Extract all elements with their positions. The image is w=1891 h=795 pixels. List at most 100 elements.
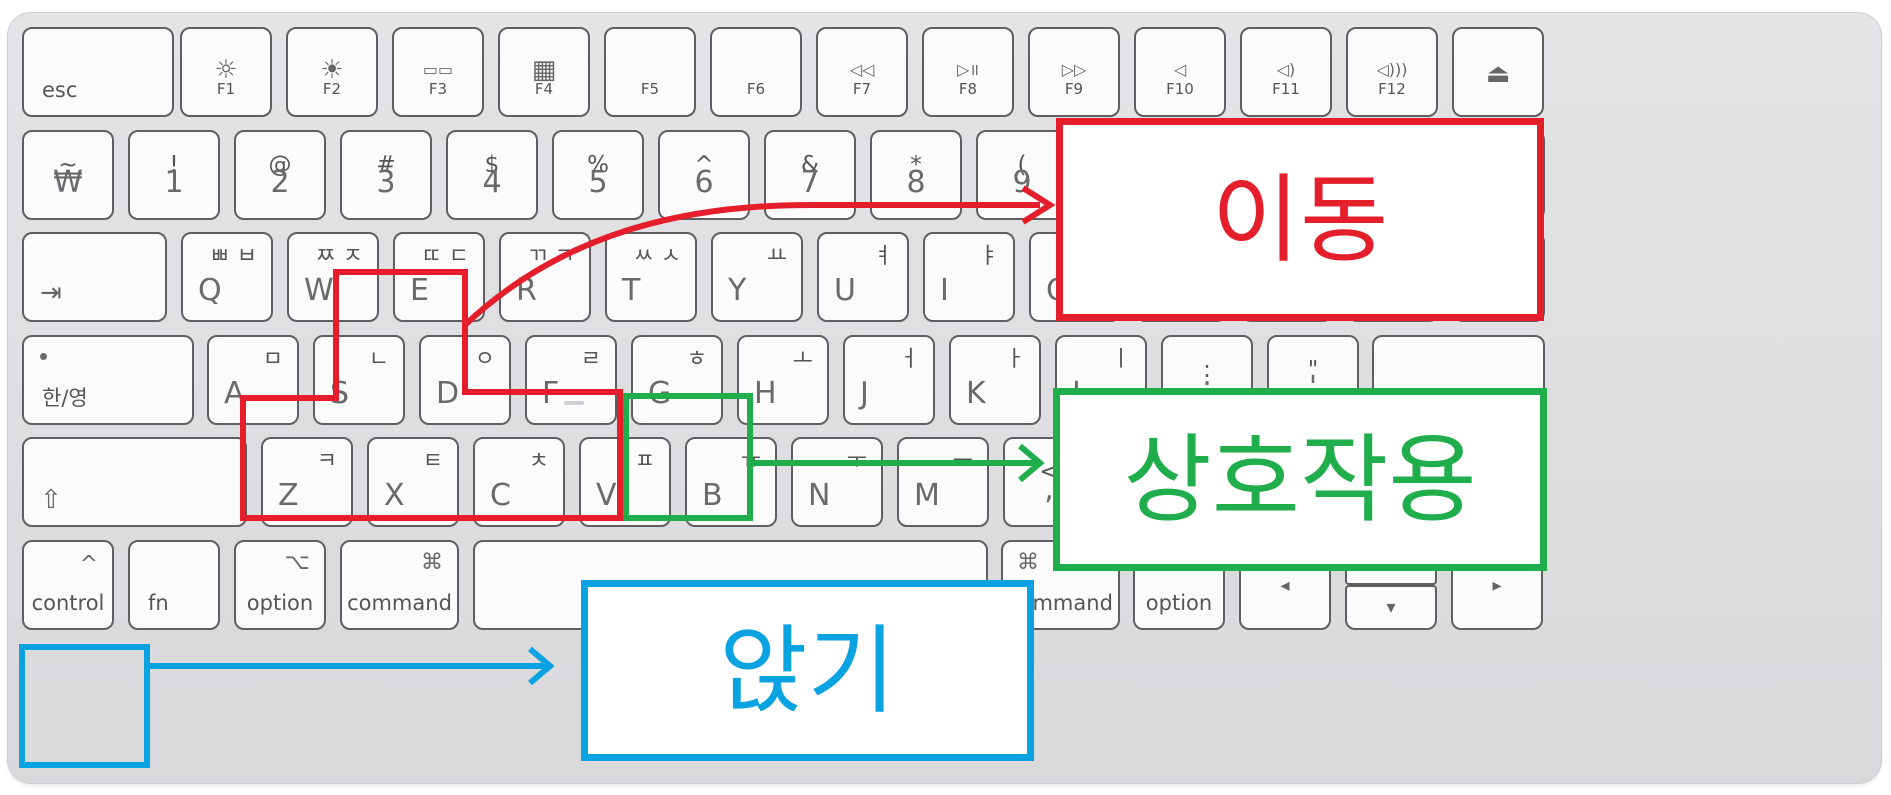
key-7[interactable]: & 7 bbox=[764, 130, 856, 220]
play-pause-icon: ▷॥ bbox=[957, 60, 979, 79]
key-fn[interactable]: fn bbox=[128, 540, 220, 630]
key-f11[interactable]: ◁) F11 bbox=[1240, 27, 1332, 117]
key-2[interactable]: @ 2 bbox=[234, 130, 326, 220]
key-hangul: ㅓ bbox=[898, 347, 919, 372]
key-control[interactable]: ^ control bbox=[22, 540, 114, 630]
key-label: U bbox=[834, 273, 856, 308]
key-esc[interactable]: esc bbox=[22, 27, 174, 117]
key-hangul: ㄸ ㄷ bbox=[421, 244, 469, 269]
key-f1[interactable]: ☼ F1 bbox=[180, 27, 272, 117]
key-n[interactable]: ㅜ N bbox=[791, 437, 883, 527]
interact-label: 상호작용 bbox=[1123, 423, 1477, 536]
key-label: option bbox=[1145, 591, 1213, 615]
key-label: Q bbox=[198, 273, 222, 308]
key-hangul: ㅎ bbox=[686, 347, 707, 372]
key-3[interactable]: # 3 bbox=[340, 130, 432, 220]
key-t[interactable]: ㅆ ㅅ T bbox=[605, 232, 697, 322]
key-hangul: ㅋ bbox=[316, 449, 337, 474]
key-hangul: ㅌ bbox=[422, 449, 443, 474]
key-label: F10 bbox=[1166, 80, 1194, 98]
key-9[interactable]: ( 9 bbox=[976, 130, 1068, 220]
sit-label: 앉기 bbox=[719, 614, 896, 727]
key-label: F11 bbox=[1272, 80, 1300, 98]
key-label: K bbox=[966, 376, 986, 411]
eject-icon: ⏏ bbox=[1485, 59, 1511, 89]
key-hangul: ㅡ bbox=[952, 449, 973, 474]
key-f4[interactable]: ▦ F4 bbox=[498, 27, 590, 117]
key-label: F3 bbox=[428, 80, 448, 98]
key-z[interactable]: ㅋ Z bbox=[261, 437, 353, 527]
key-label: 9 bbox=[1012, 165, 1032, 200]
key-a[interactable]: ㅁ A bbox=[207, 335, 299, 425]
key-x[interactable]: ㅌ X bbox=[367, 437, 459, 527]
key-label: F4 bbox=[534, 80, 554, 98]
key-6[interactable]: ^ 6 bbox=[658, 130, 750, 220]
key-u[interactable]: ㅕ U bbox=[817, 232, 909, 322]
key-f7[interactable]: ◁◁ F7 bbox=[816, 27, 908, 117]
key-backtick[interactable]: ~ ₩ bbox=[22, 130, 114, 220]
key-f10[interactable]: ◁ F10 bbox=[1134, 27, 1226, 117]
key-eject[interactable]: ⏏ bbox=[1452, 27, 1544, 117]
arrow-down-icon: ▾ bbox=[1386, 597, 1396, 618]
key-label: R bbox=[516, 273, 537, 308]
control-icon: ^ bbox=[79, 552, 98, 577]
key-f5[interactable]: F5 bbox=[604, 27, 696, 117]
key-hangul: ㅗ bbox=[792, 347, 813, 372]
command-icon: ⌘ bbox=[1017, 550, 1039, 575]
key-k[interactable]: ㅏ K bbox=[949, 335, 1041, 425]
key-g[interactable]: ㅎ G bbox=[631, 335, 723, 425]
key-shift-left[interactable]: ⇧ bbox=[22, 437, 247, 527]
key-j[interactable]: ㅓ J bbox=[843, 335, 935, 425]
key-hangul: ㅉ ㅈ bbox=[315, 244, 363, 269]
key-arrow-down[interactable]: ▾ bbox=[1345, 585, 1437, 630]
key-hangul: ㄲ ㄱ bbox=[527, 244, 575, 269]
key-s[interactable]: ㄴ S bbox=[313, 335, 405, 425]
fast-forward-icon: ▷▷ bbox=[1061, 60, 1087, 79]
key-f9[interactable]: ▷▷ F9 bbox=[1028, 27, 1120, 117]
key-label: Y bbox=[728, 273, 747, 308]
key-e[interactable]: ㄸ ㄷ E bbox=[393, 232, 485, 322]
key-hangul: ㅣ bbox=[1110, 347, 1131, 372]
key-y[interactable]: ㅛ Y bbox=[711, 232, 803, 322]
key-label: F2 bbox=[322, 80, 342, 98]
key-i[interactable]: ㅑ I bbox=[923, 232, 1015, 322]
key-4[interactable]: $ 4 bbox=[446, 130, 538, 220]
key-f2[interactable]: ☀ F2 bbox=[286, 27, 378, 117]
key-hangul: ㅇ bbox=[474, 347, 495, 372]
key-f8[interactable]: ▷॥ F8 bbox=[922, 27, 1014, 117]
key-c[interactable]: ㅊ C bbox=[473, 437, 565, 527]
arrow-right-icon: ▸ bbox=[1492, 575, 1502, 596]
key-option-left[interactable]: ⌥ option bbox=[234, 540, 326, 630]
key-f[interactable]: ㄹ F bbox=[525, 335, 617, 425]
key-q[interactable]: ㅃ ㅂ Q bbox=[181, 232, 273, 322]
key-h[interactable]: ㅗ H bbox=[737, 335, 829, 425]
key-hangul: ㅜ bbox=[846, 449, 867, 474]
key-f3[interactable]: ▭▭ F3 bbox=[392, 27, 484, 117]
key-label: F12 bbox=[1378, 80, 1406, 98]
option-icon: ⌥ bbox=[284, 550, 310, 575]
key-v[interactable]: ㅍ V bbox=[579, 437, 671, 527]
key-1[interactable]: ! 1 bbox=[128, 130, 220, 220]
rewind-icon: ◁◁ bbox=[849, 60, 875, 79]
key-5[interactable]: % 5 bbox=[552, 130, 644, 220]
key-b[interactable]: ㅠ B bbox=[685, 437, 777, 527]
key-r[interactable]: ㄲ ㄱ R bbox=[499, 232, 591, 322]
key-hangul: ㅏ bbox=[1004, 347, 1025, 372]
key-tab[interactable]: ⇥ bbox=[22, 232, 167, 322]
key-f12[interactable]: ◁))) F12 bbox=[1346, 27, 1438, 117]
key-f6[interactable]: F6 bbox=[710, 27, 802, 117]
key-w[interactable]: ㅉ ㅈ W bbox=[287, 232, 379, 322]
key-label: E bbox=[410, 273, 429, 308]
key-command-left[interactable]: ⌘ command bbox=[340, 540, 459, 630]
key-8[interactable]: * 8 bbox=[870, 130, 962, 220]
key-label: 5 bbox=[588, 165, 608, 200]
key-d[interactable]: ㅇ D bbox=[419, 335, 511, 425]
key-label: F bbox=[542, 376, 560, 411]
key-label: J bbox=[860, 376, 869, 411]
key-label: esc bbox=[42, 78, 78, 102]
key-m[interactable]: ㅡ M bbox=[897, 437, 989, 527]
key-hangul: ㅠ bbox=[740, 449, 761, 474]
key-han-yeong[interactable]: 한/영 bbox=[22, 335, 194, 425]
key-label: F6 bbox=[746, 80, 766, 98]
move-label-box: 이동 bbox=[1056, 118, 1544, 321]
